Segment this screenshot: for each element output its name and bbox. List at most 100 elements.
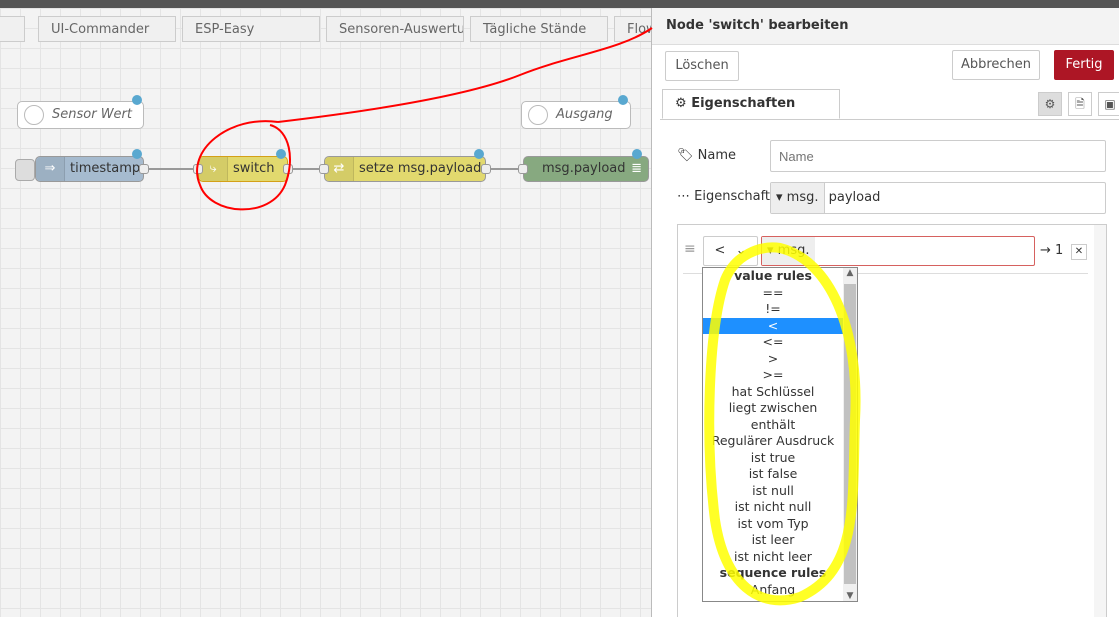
node-label: setze msg.payload bbox=[359, 161, 482, 176]
change-node-setze[interactable]: ⇄ setze msg.payload bbox=[324, 156, 486, 182]
dropdown-option[interactable]: ist nicht null bbox=[703, 499, 843, 516]
scroll-down-icon[interactable]: ▼ bbox=[843, 591, 857, 601]
settings-gear-icon[interactable]: ⚙ bbox=[1038, 92, 1062, 116]
dropdown-option[interactable]: enthält bbox=[703, 417, 843, 434]
dropdown-option[interactable]: > bbox=[703, 351, 843, 368]
cancel-button[interactable]: Abbrechen bbox=[952, 50, 1040, 80]
changed-indicator-dot bbox=[632, 149, 642, 159]
tab-flow[interactable]: Flow bbox=[614, 16, 651, 42]
input-port[interactable] bbox=[193, 164, 203, 174]
wire[interactable] bbox=[146, 168, 196, 170]
output-port[interactable] bbox=[139, 164, 149, 174]
inject-node-timestamp[interactable]: ⇒ timestamp bbox=[35, 156, 144, 182]
dropdown-options: value rules == != < <= > >= hat Schlüssel liegt … bbox=[703, 268, 857, 598]
name-label-text: Name bbox=[697, 148, 737, 163]
tab-eigenschaften[interactable]: ⚙ Eigenschaften bbox=[662, 89, 840, 119]
operator-select[interactable]: < ⌄ bbox=[703, 236, 758, 266]
tag-icon: 🏷 bbox=[677, 148, 694, 163]
tab-label: Eigenschaften bbox=[691, 96, 796, 111]
node-label: Ausgang bbox=[556, 107, 613, 122]
dropdown-option[interactable]: < bbox=[703, 317, 843, 334]
comment-icon bbox=[24, 105, 44, 125]
shuffle-icon: ⇄ bbox=[325, 157, 354, 181]
dropdown-option[interactable]: >= bbox=[703, 367, 843, 384]
tab-taegliche-staende[interactable]: Tägliche Stände bbox=[470, 16, 608, 42]
switch-node[interactable]: ⤷ switch bbox=[198, 156, 288, 182]
property-value: payload bbox=[828, 190, 881, 205]
comment-node-sensor-wert[interactable]: Sensor Wert bbox=[17, 101, 144, 129]
operator-dropdown-list[interactable]: value rules == != < <= > >= hat Schlüssel liegt … bbox=[702, 267, 858, 602]
output-number: → 1 bbox=[1040, 243, 1064, 258]
dropdown-option[interactable]: ist null bbox=[703, 483, 843, 500]
dropdown-option[interactable]: ist leer bbox=[703, 532, 843, 549]
dropdown-option[interactable]: hat Schlüssel bbox=[703, 384, 843, 401]
flow-workspace[interactable]: UI-Commander ESP-Easy Sensoren-Auswertun… bbox=[0, 8, 651, 617]
changed-indicator-dot bbox=[618, 95, 628, 105]
dropdown-option[interactable]: liegt zwischen bbox=[703, 400, 843, 417]
value-type-selector[interactable]: ▾ msg. bbox=[762, 237, 815, 265]
output-port[interactable] bbox=[481, 164, 491, 174]
tab-sensoren-auswertung[interactable]: Sensoren-Auswertung bbox=[326, 16, 464, 42]
dropdown-option[interactable]: ist nicht leer bbox=[703, 549, 843, 566]
comment-node-ausgang[interactable]: Ausgang bbox=[521, 101, 631, 129]
dropdown-option[interactable]: ist false bbox=[703, 466, 843, 483]
dropdown-option[interactable]: != bbox=[703, 301, 843, 318]
list-icon: ≣ bbox=[631, 161, 642, 176]
remove-rule-icon[interactable]: ✕ bbox=[1071, 244, 1087, 260]
flow-tabs: UI-Commander ESP-Easy Sensoren-Auswertun… bbox=[0, 8, 651, 44]
input-port[interactable] bbox=[518, 164, 528, 174]
property-label: ⋯ Eigenschaft bbox=[677, 189, 770, 204]
appearance-icon[interactable]: ▣ bbox=[1098, 92, 1119, 116]
dropdown-group-label: sequence rules bbox=[719, 565, 827, 580]
changed-indicator-dot bbox=[132, 149, 142, 159]
drag-handle-icon[interactable]: ≡ bbox=[684, 241, 696, 257]
dropdown-option[interactable]: <= bbox=[703, 334, 843, 351]
node-label: timestamp bbox=[70, 161, 141, 176]
property-label-text: Eigenschaft bbox=[694, 189, 771, 204]
tab-ui-commander[interactable]: UI-Commander bbox=[38, 16, 176, 42]
dropdown-option[interactable]: ist vom Typ bbox=[703, 516, 843, 533]
tab-esp-easy[interactable]: ESP-Easy bbox=[182, 16, 320, 42]
changed-indicator-dot bbox=[276, 149, 286, 159]
dropdown-option[interactable]: Regulärer Ausdruck bbox=[703, 433, 843, 450]
caret-down-icon: ▾ bbox=[767, 243, 774, 258]
operator-value: < bbox=[714, 243, 726, 258]
name-field[interactable] bbox=[770, 140, 1106, 172]
tab-hidden[interactable] bbox=[0, 16, 25, 42]
description-icon[interactable]: 🗎 bbox=[1068, 92, 1092, 116]
done-button[interactable]: Fertig bbox=[1054, 50, 1114, 80]
editor-title: Node 'switch' bearbeiten bbox=[666, 18, 849, 33]
changed-indicator-dot bbox=[132, 95, 142, 105]
dropdown-option[interactable]: ist true bbox=[703, 450, 843, 467]
caret-down-icon: ▾ bbox=[776, 190, 783, 205]
node-label: switch bbox=[233, 161, 275, 176]
dropdown-group-label: value rules bbox=[734, 268, 812, 283]
rule-value-field[interactable]: ▾ msg. bbox=[761, 236, 1035, 266]
node-label: msg.payload bbox=[542, 161, 626, 176]
output-port[interactable] bbox=[283, 164, 293, 174]
chevron-down-icon: ⌄ bbox=[735, 243, 747, 258]
wire[interactable] bbox=[292, 168, 322, 170]
debug-node-msg-payload[interactable]: msg.payload ≣ bbox=[523, 156, 649, 182]
delete-button[interactable]: Löschen bbox=[665, 51, 739, 81]
name-label: 🏷 Name bbox=[677, 148, 736, 163]
gear-icon: ⚙ bbox=[675, 96, 687, 111]
switch-icon: ⤷ bbox=[199, 157, 228, 181]
arrow-right-icon: ⇒ bbox=[36, 157, 65, 181]
editor-header: Node 'switch' bearbeiten bbox=[652, 8, 1119, 45]
input-port[interactable] bbox=[319, 164, 329, 174]
rules-scrollbar[interactable] bbox=[1094, 225, 1106, 617]
changed-indicator-dot bbox=[474, 149, 484, 159]
dropdown-option[interactable]: Anfang bbox=[703, 582, 843, 599]
node-label: Sensor Wert bbox=[52, 107, 132, 122]
wire[interactable] bbox=[489, 168, 521, 170]
property-field[interactable]: ▾ msg. payload bbox=[770, 182, 1106, 214]
value-type-label: msg. bbox=[777, 243, 810, 258]
scroll-thumb[interactable] bbox=[844, 284, 856, 584]
dropdown-option[interactable]: == bbox=[703, 285, 843, 302]
property-type-label: msg. bbox=[786, 190, 819, 205]
inject-trigger-button[interactable] bbox=[15, 159, 35, 181]
scroll-up-icon[interactable]: ▲ bbox=[843, 268, 857, 278]
property-type-selector[interactable]: ▾ msg. bbox=[771, 183, 825, 213]
dropdown-scrollbar[interactable]: ▲ ▼ bbox=[843, 268, 857, 601]
